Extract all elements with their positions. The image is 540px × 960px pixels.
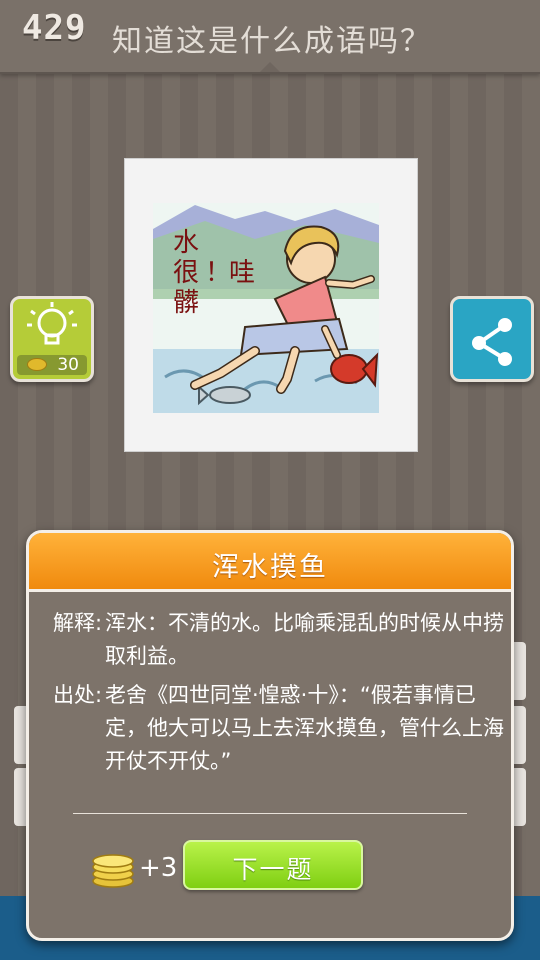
idiom-title: 浑水摸鱼: [212, 552, 328, 583]
hint-cost-value: 30: [57, 355, 79, 375]
coins-icon: [92, 854, 134, 888]
source-label: 出处:: [53, 683, 103, 707]
explanation-label: 解释:: [53, 611, 103, 635]
popup-divider: [73, 813, 467, 814]
hint-button[interactable]: 30: [10, 296, 94, 382]
image-text-5: 髒: [173, 288, 199, 318]
coin-icon: [27, 358, 47, 371]
header-notch: [260, 62, 280, 72]
image-text-4: 哇: [229, 258, 255, 288]
question-text: 知道这是什么成语吗？: [112, 24, 432, 59]
image-text-1: 水: [173, 228, 199, 258]
reward-amount: +3: [139, 853, 178, 883]
next-question-button[interactable]: 下一题: [183, 840, 363, 890]
hint-cost: 30: [17, 355, 87, 375]
next-button-label: 下一题: [232, 855, 314, 884]
level-number: 429: [22, 8, 87, 48]
answer-popup: 浑水摸鱼 解释: 浑水：不清的水。比喻乘混乱的时候从中捞取利益。 出处: 老舍《…: [26, 530, 514, 941]
share-button[interactable]: [450, 296, 534, 382]
image-text-2: 很: [173, 258, 199, 288]
explanation-text: 浑水：不清的水。比喻乘混乱的时候从中捞取利益。: [105, 611, 504, 668]
source-text: 老舍《四世同堂·惶惑·十》：“假若事情已定，他大可以马上去浑水摸鱼，管什么上海开…: [105, 683, 504, 773]
popup-header: 浑水摸鱼: [29, 533, 511, 592]
share-icon: [472, 318, 512, 366]
top-bar: 429 知道这是什么成语吗？: [0, 0, 540, 74]
lightbulb-icon: [27, 302, 77, 345]
image-text-3: ！: [205, 258, 231, 288]
puzzle-image: 水 很 ！ 哇 髒: [124, 158, 418, 452]
